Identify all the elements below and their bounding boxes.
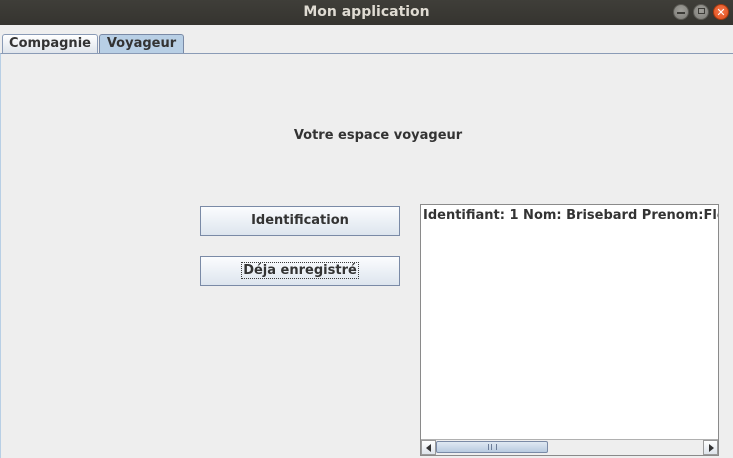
horizontal-scrollbar[interactable]: [421, 439, 718, 455]
tab-strip: Compagnie Voyageur: [0, 25, 733, 54]
tab-compagnie[interactable]: Compagnie: [2, 34, 98, 54]
close-icon[interactable]: ✕: [713, 4, 729, 20]
identification-button-label: Identification: [251, 213, 349, 228]
minimize-icon[interactable]: [673, 4, 689, 20]
traveler-text-area[interactable]: Identifiant: 1 Nom: Brisebard Prenom:Flo…: [420, 204, 719, 456]
already-registered-button-label: Déja enregistré: [241, 262, 359, 279]
page-title: Votre espace voyageur: [293, 128, 463, 143]
title-bar[interactable]: Mon application ✕: [0, 0, 733, 25]
scroll-right-icon[interactable]: [703, 440, 718, 455]
scrollbar-thumb[interactable]: [436, 441, 548, 453]
identification-button[interactable]: Identification: [200, 206, 400, 236]
scroll-left-icon[interactable]: [421, 440, 436, 455]
tab-voyageur[interactable]: Voyageur: [99, 34, 184, 54]
application-window: Mon application ✕ Compagnie Voyageur Vot…: [0, 0, 733, 458]
traveler-info-line: Identifiant: 1 Nom: Brisebard Prenom:Flo…: [423, 208, 719, 223]
window-title: Mon application: [303, 4, 430, 20]
already-registered-button[interactable]: Déja enregistré: [200, 256, 400, 286]
maximize-icon[interactable]: [693, 4, 709, 20]
